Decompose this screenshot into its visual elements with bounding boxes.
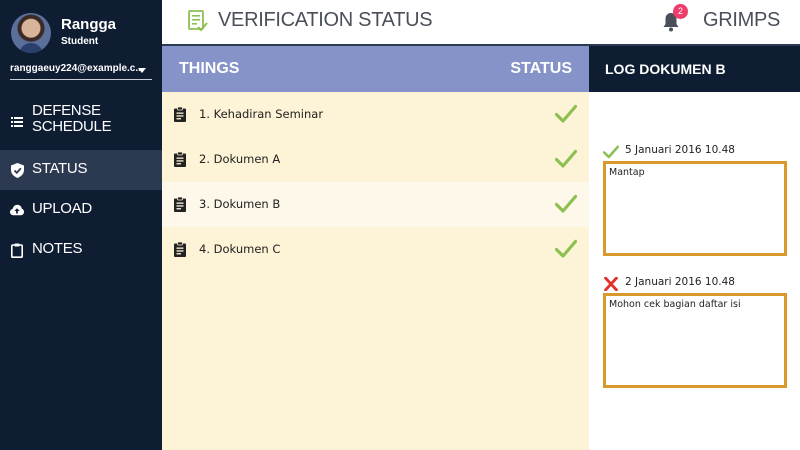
- table-row[interactable]: 4. Dokumen C: [162, 227, 589, 272]
- row-label: 4. Dokumen C: [199, 242, 281, 256]
- shield-check-icon: [10, 162, 24, 178]
- log-header: LOG DOKUMEN B: [589, 46, 800, 92]
- sidebar-item-label: DEFENSE SCHEDULE: [32, 102, 112, 135]
- sidebar-item-status[interactable]: STATUS: [0, 150, 162, 190]
- sidebar-item-upload[interactable]: UPLOAD: [0, 190, 162, 230]
- log-panel: LOG DOKUMEN B 5 Januari 2016 10.48 Manta…: [589, 46, 800, 450]
- cross-icon: [603, 276, 619, 292]
- sidebar-item-label: NOTES: [32, 240, 83, 257]
- row-label: 3. Dokumen B: [199, 197, 281, 211]
- avatar[interactable]: [11, 13, 51, 53]
- notification-badge: 2: [673, 4, 688, 19]
- profile-role: Student: [61, 36, 99, 47]
- checklist-icon: [188, 10, 208, 32]
- table-row[interactable]: 1. Kehadiran Seminar: [162, 92, 589, 137]
- sidebar-item-notes[interactable]: NOTES: [0, 230, 162, 270]
- sidebar: Rangga Student ranggaeuy224@example.c...…: [0, 0, 162, 450]
- cloud-upload-icon: [10, 203, 24, 217]
- log-entry-date: 5 Januari 2016 10.48: [625, 144, 735, 156]
- log-note-text: Mohon cek bagian daftar isi: [609, 299, 741, 310]
- log-note-box: Mantap: [603, 161, 787, 256]
- check-icon: [602, 144, 620, 159]
- document-icon: [174, 106, 187, 122]
- row-label: 1. Kehadiran Seminar: [199, 107, 324, 121]
- sidebar-nav: DEFENSE SCHEDULE STATUS UPLOAD NOTES: [0, 100, 162, 270]
- document-icon: [174, 151, 187, 167]
- caret-down-icon: [138, 68, 146, 73]
- table-row[interactable]: 3. Dokumen B: [162, 182, 589, 227]
- column-header-things: THINGS: [179, 60, 240, 77]
- verification-panel: THINGS STATUS 1. Kehadiran Seminar 2. Do…: [162, 46, 589, 450]
- log-note-box: Mohon cek bagian daftar isi: [603, 293, 787, 388]
- page-title: VERIFICATION STATUS: [218, 9, 433, 31]
- check-icon: [554, 104, 578, 124]
- list-icon: [10, 115, 24, 129]
- profile-section: Rangga Student ranggaeuy224@example.c...: [0, 0, 162, 88]
- document-icon: [174, 196, 187, 212]
- check-icon: [554, 239, 578, 259]
- sidebar-item-defense-schedule[interactable]: DEFENSE SCHEDULE: [0, 100, 162, 150]
- sidebar-item-label: UPLOAD: [32, 200, 92, 217]
- profile-name: Rangga: [61, 16, 117, 33]
- verification-list: 1. Kehadiran Seminar 2. Dokumen A 3. Dok…: [162, 92, 589, 272]
- table-row[interactable]: 2. Dokumen A: [162, 137, 589, 182]
- log-note-text: Mantap: [609, 167, 645, 178]
- account-email-dropdown[interactable]: ranggaeuy224@example.c...: [10, 60, 152, 80]
- top-header: VERIFICATION STATUS 2 GRIMPS: [162, 0, 800, 46]
- check-icon: [554, 149, 578, 169]
- account-email: ranggaeuy224@example.c...: [10, 63, 144, 74]
- log-entry-date: 2 Januari 2016 10.48: [625, 276, 735, 288]
- document-icon: [174, 241, 187, 257]
- brand-logo: GRIMPS: [703, 9, 781, 31]
- sidebar-item-label: STATUS: [32, 160, 88, 177]
- log-title: LOG DOKUMEN B: [605, 61, 726, 77]
- table-header: THINGS STATUS: [162, 46, 589, 92]
- check-icon: [554, 194, 578, 214]
- clipboard-icon: [10, 243, 24, 258]
- row-label: 2. Dokumen A: [199, 152, 281, 166]
- column-header-status: STATUS: [510, 60, 572, 77]
